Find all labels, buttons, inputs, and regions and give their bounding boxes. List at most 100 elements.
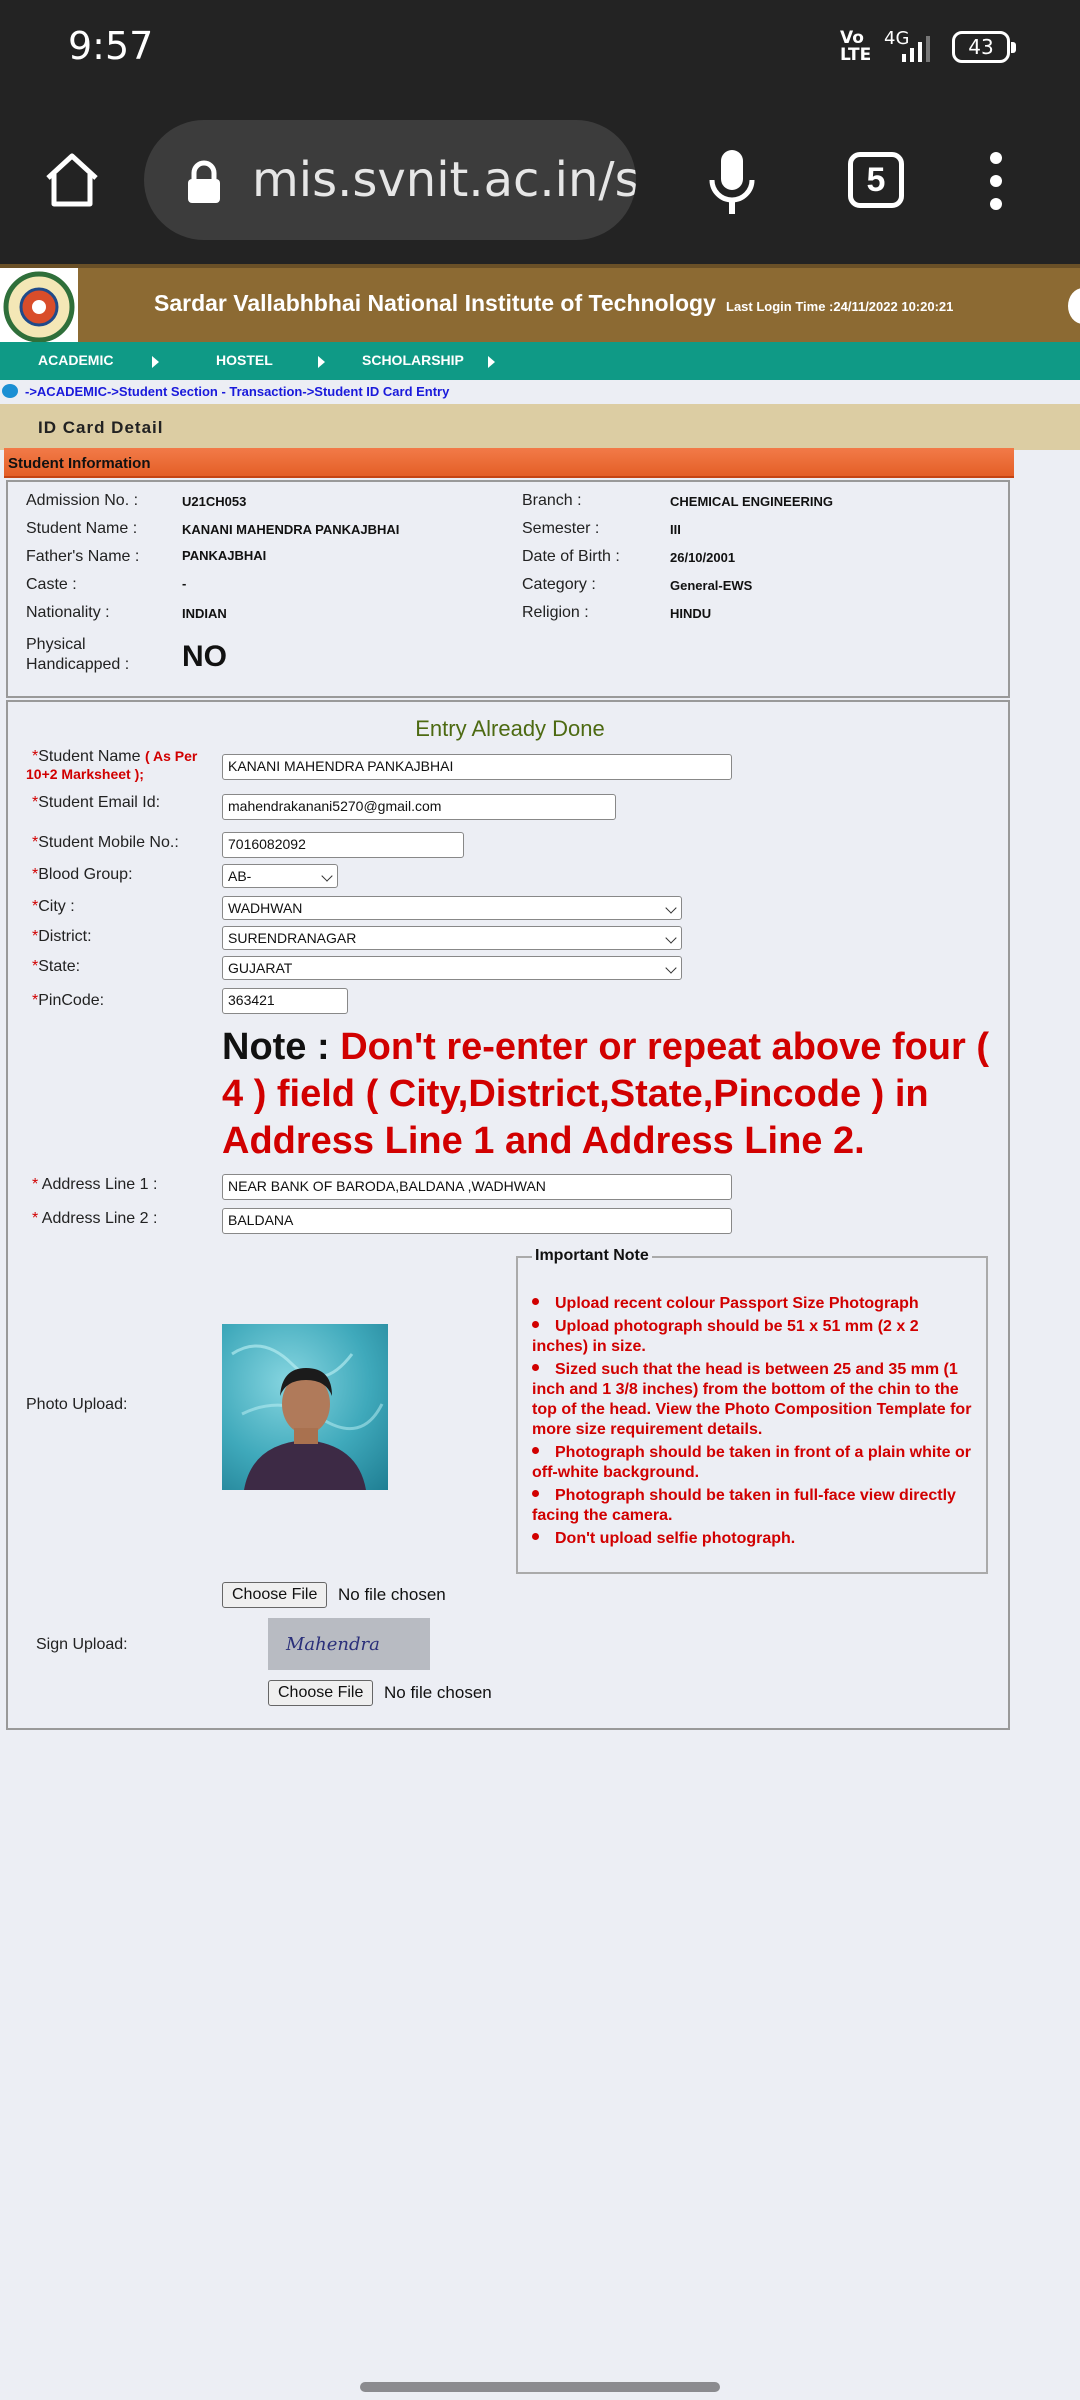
institute-name: Sardar Vallabhbhai National Institute of…	[154, 290, 716, 316]
breadcrumb-text[interactable]: ->ACADEMIC->Student Section - Transactio…	[25, 384, 449, 399]
section-header: ID Card Detail	[0, 404, 1080, 450]
signature-preview: Mahendra	[268, 1618, 430, 1670]
admission-value: U21CH053	[182, 494, 247, 509]
important-note-item: Upload recent colour Passport Size Photo…	[532, 1294, 976, 1314]
volte-icon: Vo LTE	[840, 28, 872, 65]
breadcrumb-home-icon[interactable]	[2, 384, 18, 398]
father-name-label: Father's Name :	[26, 548, 140, 565]
father-name-value: PANKAJBHAI	[182, 548, 267, 563]
chevron-down-icon	[665, 902, 677, 914]
id-card-entry-form: Entry Already Done *Student Name ( As Pe…	[6, 700, 1010, 1730]
entry-status: Entry Already Done	[415, 716, 605, 741]
important-note-item: Upload photograph should be 51 x 51 mm (…	[532, 1318, 919, 1355]
home-icon[interactable]	[42, 150, 102, 210]
photo-upload-label: Photo Upload:	[26, 1396, 128, 1413]
main-nav: ACADEMIC HOSTEL SCHOLARSHIP	[0, 342, 1080, 380]
pincode-label: *PinCode:	[32, 992, 105, 1009]
important-note-item: Don't upload selfie photograph.	[532, 1529, 976, 1549]
address-line-1-label: * Address Line 1 :	[32, 1176, 158, 1193]
category-label: Category :	[522, 576, 596, 593]
web-page: Sardar Vallabhbhai National Institute of…	[0, 264, 1080, 1730]
handicapped-label-2: Handicapped :	[26, 656, 130, 673]
nationality-value: INDIAN	[182, 606, 227, 621]
gesture-home-indicator[interactable]	[360, 2382, 720, 2392]
important-note-item: Sized such that the head is between 25 a…	[532, 1361, 972, 1438]
sign-upload-label: Sign Upload:	[36, 1636, 128, 1653]
pincode-input[interactable]: 363421	[222, 988, 348, 1014]
semester-value: III	[670, 522, 681, 537]
student-info-header: Student Information	[4, 448, 1014, 478]
handicapped-label: Physical	[26, 636, 86, 653]
important-note-title: Important Note	[532, 1247, 652, 1265]
student-photo-image	[231, 1344, 384, 1490]
lock-icon	[188, 160, 220, 203]
institute-logo	[0, 268, 78, 346]
tabs-icon[interactable]: 5	[848, 152, 904, 208]
nav-hostel[interactable]: HOSTEL	[216, 352, 273, 368]
blood-group-label: *Blood Group:	[32, 866, 133, 883]
religion-value: HINDU	[670, 606, 712, 621]
status-bar: 9:57 Vo LTE 4G 43	[0, 0, 1080, 100]
address-line-1-input[interactable]: NEAR BANK OF BARODA,BALDANA ,WADHWAN	[222, 1174, 732, 1200]
branch-value: CHEMICAL ENGINEERING	[670, 494, 833, 509]
important-note-box: Important Note Upload recent colour Pass…	[516, 1247, 988, 1574]
page-title: ID Card Detail	[38, 418, 164, 437]
email-label: *Student Email Id:	[32, 794, 161, 811]
state-label: *State:	[32, 958, 81, 975]
nav-arrow-icon	[152, 356, 159, 368]
student-name-value: KANANI MAHENDRA PANKAJBHAI	[182, 522, 400, 537]
student-name-field-sublabel: 10+2 Marksheet );	[26, 766, 144, 782]
city-select[interactable]: WADHWAN	[222, 896, 682, 920]
signal-icon	[902, 36, 930, 62]
religion-label: Religion :	[522, 604, 589, 621]
menu-icon[interactable]	[986, 152, 1006, 212]
blood-group-select[interactable]: AB-	[222, 864, 338, 888]
battery-icon: 43	[952, 31, 1016, 63]
branch-label: Branch :	[522, 492, 582, 509]
address-bar[interactable]: mis.svnit.ac.in/s	[144, 120, 636, 240]
important-note-item: Photograph should be taken in full-face …	[532, 1487, 956, 1524]
address-line-2-label: * Address Line 2 :	[32, 1210, 158, 1227]
state-select[interactable]: GUJARAT	[222, 956, 682, 980]
last-login-time: Last Login Time :24/11/2022 10:20:21	[726, 299, 954, 314]
signature-text: Mahendra	[286, 1634, 380, 1655]
student-photo	[222, 1324, 388, 1490]
semester-label: Semester :	[522, 520, 600, 537]
category-value: General-EWS	[670, 578, 753, 593]
address-warning-note: Note : Don't re-enter or repeat above fo…	[222, 1026, 990, 1162]
caste-label: Caste :	[26, 576, 77, 593]
site-banner: Sardar Vallabhbhai National Institute of…	[0, 264, 1080, 346]
student-info-panel: Admission No. : U21CH053 Student Name : …	[6, 480, 1010, 698]
dob-label: Date of Birth :	[522, 548, 620, 565]
address-line-2-input[interactable]: BALDANA	[222, 1208, 732, 1234]
district-label: *District:	[32, 928, 92, 945]
banner-edge-decoration	[1068, 288, 1080, 324]
nationality-label: Nationality :	[26, 604, 110, 621]
chevron-down-icon	[665, 932, 677, 944]
browser-toolbar: mis.svnit.ac.in/s 5	[0, 100, 1080, 264]
url-text: mis.svnit.ac.in/s	[252, 152, 636, 208]
chevron-down-icon	[665, 962, 677, 974]
caste-value: -	[182, 576, 187, 591]
dob-value: 26/10/2001	[670, 550, 736, 565]
status-time: 9:57	[68, 24, 154, 68]
sign-choose-file-button[interactable]: Choose File	[268, 1680, 374, 1706]
photo-choose-file-button[interactable]: Choose File	[222, 1582, 328, 1608]
breadcrumb: ->ACADEMIC->Student Section - Transactio…	[0, 380, 1080, 400]
district-select[interactable]: SURENDRANAGAR	[222, 926, 682, 950]
handicapped-value: NO	[182, 640, 227, 673]
city-label: *City :	[32, 898, 75, 915]
nav-arrow-icon	[318, 356, 325, 368]
nav-scholarship[interactable]: SCHOLARSHIP	[362, 352, 464, 368]
mic-icon[interactable]	[706, 148, 758, 216]
nav-arrow-icon	[488, 356, 495, 368]
mobile-input[interactable]: 7016082092	[222, 832, 464, 858]
admission-label: Admission No. :	[26, 492, 139, 509]
mobile-label: *Student Mobile No.:	[32, 834, 179, 851]
photo-file-status: No file chosen	[338, 1585, 446, 1604]
student-name-label: Student Name :	[26, 520, 138, 537]
student-name-input[interactable]: KANANI MAHENDRA PANKAJBHAI	[222, 754, 732, 780]
email-input[interactable]: mahendrakanani5270@gmail.com	[222, 794, 616, 820]
nav-academic[interactable]: ACADEMIC	[38, 352, 113, 368]
chevron-down-icon	[321, 870, 333, 882]
